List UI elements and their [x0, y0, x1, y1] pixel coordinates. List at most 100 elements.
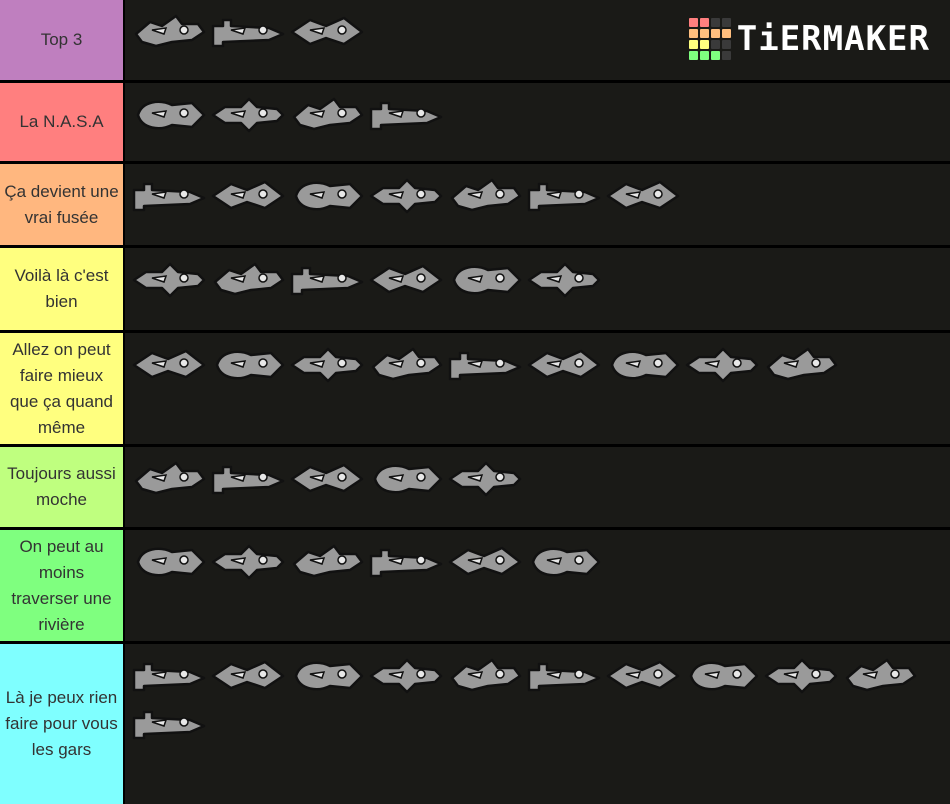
- dotted-rocket-ship-icon: [290, 463, 363, 493]
- robot-head-ship-icon: [294, 661, 363, 691]
- ship-icon-arrow-rocket-ship[interactable]: [366, 455, 445, 503]
- ship-icon-checker-wing-ship[interactable]: [287, 256, 366, 304]
- ship-icon-rocket-cone-ship[interactable]: [761, 652, 840, 700]
- submarine-ship-icon: [531, 547, 600, 577]
- ship-icon-porthole-rocket-ship[interactable]: [208, 256, 287, 304]
- ship-icon-seahorse-ship[interactable]: [208, 8, 287, 56]
- winged-jet-ship-icon: [292, 97, 363, 131]
- ship-icon-submarine-ship[interactable]: [524, 538, 603, 586]
- tier-list-board: Top 3 La N.A.S.A Ça devient une vrai fusée…: [0, 0, 950, 804]
- striped-wing-ship-icon: [369, 178, 442, 214]
- ship-icon-block-rocket-ship[interactable]: [129, 91, 208, 139]
- ship-icon-cannon-ship[interactable]: [524, 172, 603, 220]
- ship-icon-striped-wing-ship[interactable]: [366, 172, 445, 220]
- ship-icon-geo-shark-ship[interactable]: [208, 455, 287, 503]
- ship-icon-delta-jet-ship[interactable]: [287, 172, 366, 220]
- ship-icon-croc-dog-ship[interactable]: [129, 455, 208, 503]
- logo-grid-cell: [721, 40, 731, 49]
- bone-fish-ship-icon: [369, 548, 442, 578]
- tiermaker-logo-text: TiERMAKER: [736, 19, 930, 59]
- ship-icon-dotted-rocket-ship[interactable]: [287, 455, 366, 503]
- ship-icon-shard-ship[interactable]: [445, 172, 524, 220]
- ship-icon-hull-ship[interactable]: [445, 341, 524, 389]
- tier-label[interactable]: Toujours aussi moche: [0, 447, 123, 527]
- ship-icon-horned-dragon-ship[interactable]: [603, 172, 682, 220]
- twin-fin-ship-icon: [527, 262, 600, 298]
- arrow-rocket-ship-icon: [373, 464, 442, 494]
- rocket-cone-ship-icon: [764, 658, 837, 694]
- ship-icon-whale-ship[interactable]: [524, 341, 603, 389]
- porthole-rocket-ship-icon: [213, 262, 284, 296]
- ship-icon-geo-fish-ship[interactable]: [208, 341, 287, 389]
- whale-ship-icon: [527, 349, 600, 379]
- ship-icon-arrow-fish-ship[interactable]: [129, 538, 208, 586]
- logo-grid-cell: [699, 40, 709, 49]
- ship-icon-scissors-ship[interactable]: [445, 538, 524, 586]
- ship-icon-diamond-rocket-ship[interactable]: [682, 341, 761, 389]
- tier-row: Là je peux rien faire pour vous les gars: [0, 644, 950, 804]
- tier-items-area[interactable]: [125, 644, 950, 804]
- ship-icon-dome-ship[interactable]: [445, 652, 524, 700]
- ship-icon-circle-arrow-ship[interactable]: [208, 538, 287, 586]
- ship-icon-robot-mouth-ship[interactable]: [524, 652, 603, 700]
- logo-grid-cell: [710, 51, 720, 60]
- ship-icon-cat-ship[interactable]: [603, 652, 682, 700]
- block-rocket-ship-icon: [136, 100, 205, 130]
- ship-icon-arrow-wing-ship[interactable]: [366, 256, 445, 304]
- ship-icon-mech-claw-ship[interactable]: [129, 172, 208, 220]
- tier-row: Voilà là c'est bien: [0, 248, 950, 330]
- tier-row: Allez on peut faire mieux que ça quand m…: [0, 333, 950, 444]
- ship-icon-dino-skull-ship[interactable]: [208, 652, 287, 700]
- ship-icon-spiky-dragon-ship[interactable]: [129, 8, 208, 56]
- gatling-ship-icon: [845, 658, 916, 692]
- dino-skull-ship-icon: [211, 660, 284, 690]
- ship-icon-grin-ship[interactable]: [366, 341, 445, 389]
- tier-label[interactable]: Voilà là c'est bien: [0, 248, 123, 330]
- ship-icon-bone-fish-ship[interactable]: [366, 538, 445, 586]
- tier-label[interactable]: On peut au moins traverser une rivière: [0, 530, 123, 641]
- tier-label[interactable]: Top 3: [0, 0, 123, 80]
- tier-items-area[interactable]: [125, 447, 950, 527]
- horned-dragon-ship-icon: [606, 180, 679, 210]
- ship-icon-jaw-ship[interactable]: [287, 538, 366, 586]
- ship-icon-flame-fish-ship[interactable]: [129, 341, 208, 389]
- pacman-drill-ship-icon: [132, 662, 205, 692]
- ship-icon-winged-jet-ship[interactable]: [287, 91, 366, 139]
- tier-label[interactable]: La N.A.S.A: [0, 83, 123, 161]
- zigzag-ship-icon: [369, 658, 442, 694]
- circle-arrow-ship-icon: [211, 544, 284, 580]
- grin-ship-icon: [371, 347, 442, 381]
- tier-items-area[interactable]: [125, 164, 950, 245]
- tier-items-area[interactable]: [125, 333, 950, 444]
- ship-icon-bird-squid-ship[interactable]: [682, 652, 761, 700]
- ship-icon-gear-claw-ship[interactable]: [208, 172, 287, 220]
- ship-icon-blade-ship[interactable]: [208, 91, 287, 139]
- mech-claw-ship-icon: [132, 182, 205, 212]
- ship-icon-hex-drill-ship[interactable]: [366, 91, 445, 139]
- ship-icon-spiky-bird-ship[interactable]: [603, 341, 682, 389]
- tier-label[interactable]: Là je peux rien faire pour vous les gars: [0, 644, 123, 804]
- ship-icon-dna-helix-ship[interactable]: [129, 700, 208, 748]
- tier-label[interactable]: Ça devient une vrai fusée: [0, 164, 123, 245]
- spiky-dragon-ship-icon: [134, 14, 205, 48]
- tier-label[interactable]: Allez on peut faire mieux que ça quand m…: [0, 333, 123, 444]
- ship-icon-angular-fish-ship[interactable]: [445, 256, 524, 304]
- checker-wing-ship-icon: [290, 266, 363, 296]
- arrow-fish-ship-icon: [136, 547, 205, 577]
- tier-items-area[interactable]: [125, 530, 950, 641]
- ship-icon-dragon-skull-ship[interactable]: [445, 455, 524, 503]
- ship-icon-pointed-rocket-ship[interactable]: [761, 341, 840, 389]
- ship-icon-spiky-fish-ship[interactable]: [287, 8, 366, 56]
- tier-items-area[interactable]: [125, 248, 950, 330]
- ship-icon-frog-rocket-ship[interactable]: [129, 256, 208, 304]
- ship-icon-gatling-ship[interactable]: [840, 652, 919, 700]
- ship-icon-zigzag-ship[interactable]: [366, 652, 445, 700]
- ship-icon-pacman-drill-ship[interactable]: [129, 652, 208, 700]
- arrow-wing-ship-icon: [369, 264, 442, 294]
- logo-grid-cell: [710, 29, 720, 38]
- ship-icon-twin-fin-ship[interactable]: [524, 256, 603, 304]
- tier-items-area[interactable]: [125, 83, 950, 161]
- ship-icon-robot-head-ship[interactable]: [287, 652, 366, 700]
- ship-icon-shark-ship[interactable]: [287, 341, 366, 389]
- seahorse-ship-icon: [211, 18, 284, 48]
